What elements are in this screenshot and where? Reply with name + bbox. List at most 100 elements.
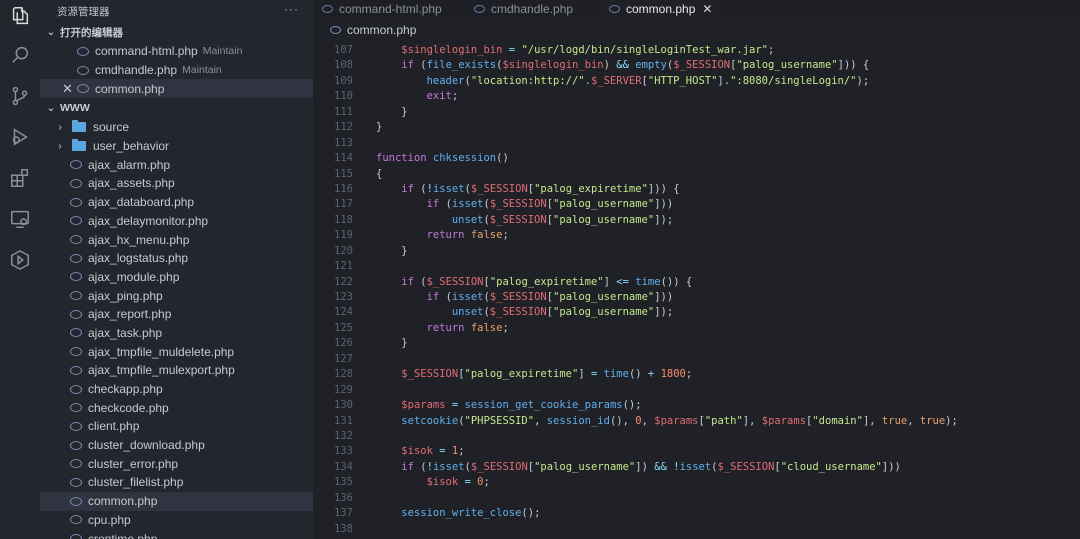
php-file-icon [330,26,341,34]
file-item[interactable]: common.php [40,491,313,511]
file-item[interactable]: crontime.php [40,529,313,539]
open-editor-item[interactable]: command-html.php Maintain [40,42,313,61]
open-editor-item[interactable]: cmdhandle.php Maintain [40,61,313,80]
code-line[interactable]: } [376,336,1080,351]
file-item[interactable]: cluster_download.php [40,436,313,455]
file-name: ajax_tmpfile_muldelete.php [88,344,235,359]
code-line[interactable] [376,259,1080,274]
code-line[interactable]: header("location:http://".$_SERVER["HTTP… [376,74,1080,89]
file-item[interactable]: ajax_tmpfile_mulexport.php [40,361,313,380]
tab-cmdhandle[interactable]: cmdhandle.php [465,0,600,17]
file-item[interactable]: ajax_module.php [40,268,313,287]
open-editor-item-active[interactable]: ✕ common.php [40,79,313,99]
php-file-icon [70,534,82,539]
folder-name: source [93,120,130,135]
close-icon[interactable]: ✕ [62,81,73,97]
file-item[interactable]: ajax_logstatus.php [40,249,313,268]
chevron-right-icon: › [58,121,62,133]
file-item[interactable]: cluster_filelist.php [40,473,313,492]
file-item[interactable]: ajax_delaymonitor.php [40,212,313,231]
code-line[interactable]: return false; [376,321,1080,336]
close-icon[interactable]: ✕ [702,2,712,16]
code-line[interactable]: function chksession() [376,151,1080,166]
file-item[interactable]: ajax_task.php [40,324,313,343]
code-line[interactable]: if (!isset($_SESSION["palog_username"]) … [376,460,1080,475]
tab-common[interactable]: common.php ✕ [600,0,723,17]
folder-item[interactable]: › source [40,118,313,137]
file-item[interactable]: cpu.php [40,511,313,530]
code-line[interactable]: exit; [376,89,1080,104]
breadcrumb-file[interactable]: common.php [347,23,416,37]
code-line[interactable]: unset($_SESSION["palog_username"]); [376,305,1080,320]
file-item[interactable]: checkapp.php [40,380,313,399]
code-line[interactable]: if (file_exists($singlelogin_bin) && emp… [376,58,1080,73]
code-line[interactable]: if (isset($_SESSION["palog_username"])) [376,290,1080,305]
file-item[interactable]: ajax_report.php [40,305,313,324]
code-line[interactable]: $singlelogin_bin = "/usr/logd/bin/single… [376,43,1080,58]
code-line[interactable]: if (!isset($_SESSION["palog_expiretime"]… [376,182,1080,197]
liveshare-icon[interactable] [8,248,32,272]
file-item[interactable]: ajax_tmpfile_muldelete.php [40,342,313,361]
file-item[interactable]: ajax_ping.php [40,286,313,305]
more-actions-icon[interactable]: ··· [284,2,299,16]
php-file-icon [70,309,82,319]
code-line[interactable] [376,522,1080,537]
editor-scrollbar[interactable] [1070,43,1080,539]
php-file-icon [70,421,82,431]
file-item[interactable]: ajax_databoard.php [40,193,313,212]
search-icon[interactable] [8,43,32,67]
tab-label: common.php [626,1,696,16]
file-item[interactable]: ajax_hx_menu.php [40,230,313,249]
line-number: 110 [334,90,353,103]
line-number: 119 [334,229,353,242]
file-name: cluster_error.php [88,456,179,471]
code-line[interactable] [376,383,1080,398]
code-editor[interactable]: 107 108 109 110 111 112 113 114 115 116 117 118 119 1… [313,43,1080,539]
workspace-section[interactable]: ⌄ WWW [40,98,313,118]
explorer-header: 资源管理器 ··· [40,0,313,22]
extensions-icon[interactable] [8,166,32,190]
tab-label: command-html.php [339,1,442,16]
line-number: 134 [334,460,353,473]
code-line[interactable] [376,429,1080,444]
code-line[interactable]: } [376,105,1080,120]
code-line[interactable]: $params = session_get_cookie_params(); [376,398,1080,413]
code-line[interactable]: { [376,167,1080,182]
file-item[interactable]: cluster_error.php [40,454,313,473]
line-number: 129 [334,383,353,396]
folder-name: user_behavior [93,139,170,154]
line-number: 124 [334,306,353,319]
remote-explorer-icon[interactable] [8,207,32,231]
code-line[interactable]: } [376,120,1080,135]
file-item[interactable]: ajax_alarm.php [40,155,313,174]
code-line[interactable]: if ($_SESSION["palog_expiretime"] <= tim… [376,275,1080,290]
code-line[interactable]: $_SESSION["palog_expiretime"] = time() +… [376,367,1080,382]
code-line[interactable]: if (isset($_SESSION["palog_username"])) [376,197,1080,212]
file-item[interactable]: client.php [40,417,313,436]
code-line[interactable] [376,491,1080,506]
code-line[interactable]: setcookie("PHPSESSID", session_id(), 0, … [376,414,1080,429]
php-file-icon [70,291,82,301]
code-line[interactable]: $isok = 1; [376,444,1080,459]
code-line[interactable]: session_write_close(); [376,506,1080,521]
php-file-icon [70,347,82,357]
code-line[interactable]: } [376,244,1080,259]
code-line[interactable]: unset($_SESSION["palog_username"]); [376,213,1080,228]
code-line[interactable] [376,136,1080,151]
line-number: 132 [334,429,353,442]
code-line[interactable] [376,352,1080,367]
debug-icon[interactable] [8,125,32,149]
folder-icon [72,120,86,133]
source-control-icon[interactable] [8,84,32,108]
file-item[interactable]: ajax_assets.php [40,174,313,193]
tab-command-html[interactable]: command-html.php [313,0,465,17]
files-icon[interactable] [8,4,32,28]
code-line[interactable]: return false; [376,228,1080,243]
folder-item[interactable]: › user_behavior [40,137,313,156]
php-file-icon [70,403,82,413]
code-line[interactable]: $isok = 0; [376,475,1080,490]
open-editors-section[interactable]: ⌄ 打开的编辑器 [40,22,313,42]
file-item[interactable]: checkcode.php [40,398,313,417]
code-area[interactable]: $singlelogin_bin = "/usr/logd/bin/single… [376,43,1080,537]
open-editor-name: cmdhandle.php [95,63,178,78]
